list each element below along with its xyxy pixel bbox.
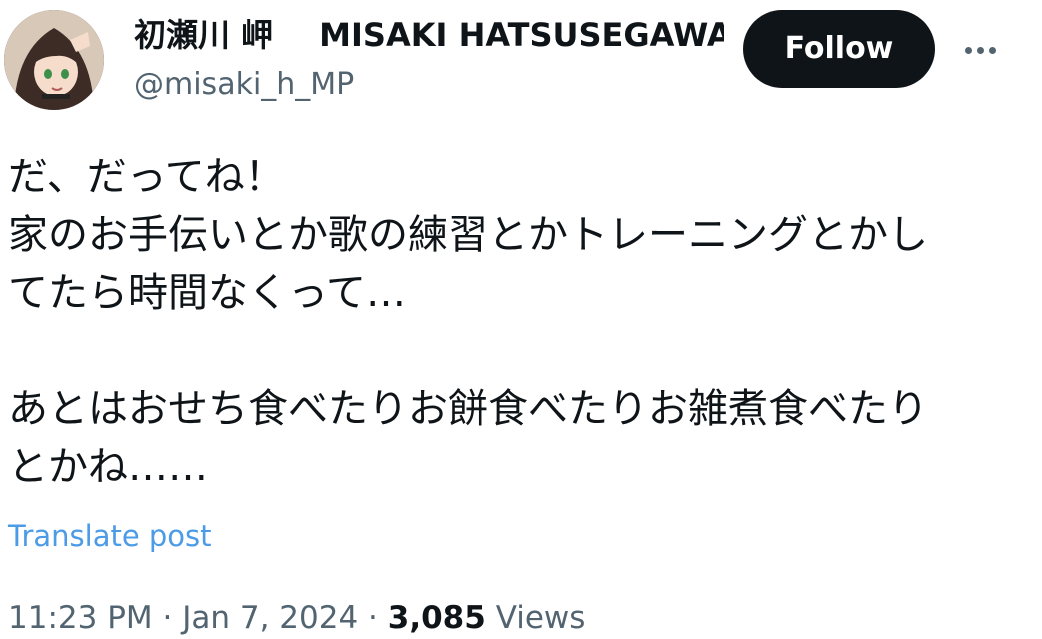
- tweet-line: とかね……: [8, 444, 208, 490]
- view-count: 3,085: [387, 600, 486, 636]
- author-name-suffix: MISAKI HATSUSEGAWA: [319, 16, 724, 54]
- tweet-line: てたら時間なくって…: [8, 270, 406, 316]
- tweet-meta: 11:23 PM · Jan 7, 2024 · 3,085 Views: [8, 596, 585, 639]
- translate-post-link[interactable]: Translate post: [8, 514, 212, 558]
- avatar-image: [4, 10, 104, 110]
- views-label: Views: [495, 600, 586, 636]
- meta-separator: ·: [368, 600, 378, 636]
- tweet-text: だ、だってね！ 家のお手伝いとか歌の練習とかトレーニングとかし てたら時間なくっ…: [8, 148, 1028, 496]
- more-options-icon[interactable]: [958, 30, 1002, 70]
- follow-button[interactable]: Follow: [743, 10, 935, 88]
- crescent-moon-icon: [277, 16, 317, 49]
- author-handle[interactable]: @misaki_h_MP: [134, 64, 354, 106]
- avatar[interactable]: [4, 10, 104, 110]
- author-display-name[interactable]: 初瀬川 岬 MISAKI HATSUSEGAWA: [134, 12, 724, 58]
- more-dot: [976, 46, 984, 54]
- author-name: 初瀬川 岬: [134, 16, 274, 54]
- tweet-date[interactable]: Jan 7, 2024: [182, 600, 358, 636]
- more-dot: [988, 46, 996, 54]
- tweet: 初瀬川 岬 MISAKI HATSUSEGAWA @misaki_h_MP Fol…: [0, 0, 1042, 639]
- tweet-line: 家のお手伝いとか歌の練習とかトレーニングとかし: [8, 212, 928, 258]
- tweet-line: だ、だってね！: [8, 154, 285, 200]
- more-dot: [964, 46, 972, 54]
- tweet-line: あとはおせち食べたりお餅食べたりお雑煮食べたり: [8, 386, 928, 432]
- tweet-time[interactable]: 11:23 PM: [8, 600, 153, 636]
- meta-separator: ·: [162, 600, 173, 636]
